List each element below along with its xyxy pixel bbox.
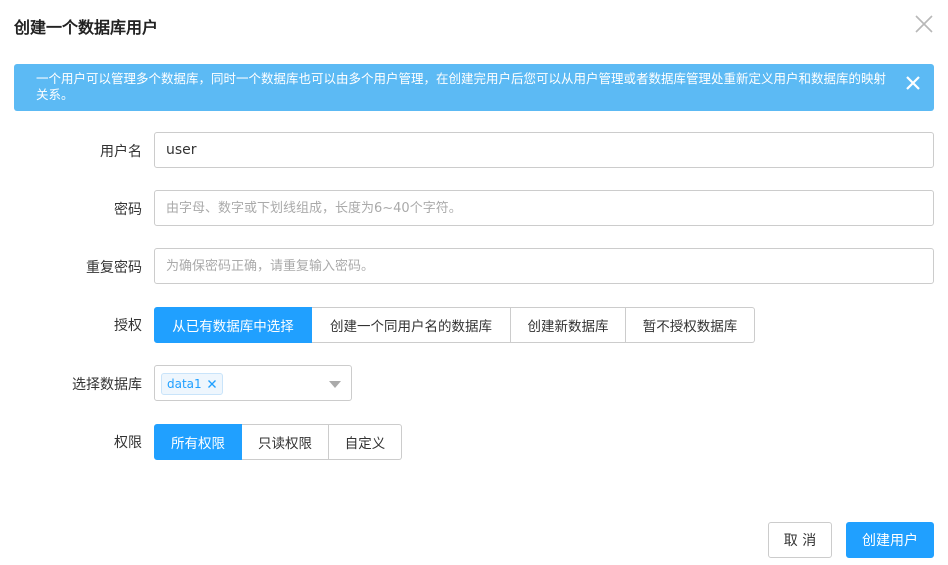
permission-option-custom[interactable]: 自定义 <box>329 424 402 460</box>
grant-option-same-name[interactable]: 创建一个同用户名的数据库 <box>312 307 511 343</box>
confirm-password-input[interactable] <box>154 248 934 284</box>
dialog-title: 创建一个数据库用户 <box>14 18 159 37</box>
tag-remove-button[interactable] <box>207 379 217 389</box>
close-icon <box>207 380 216 388</box>
database-select[interactable]: data1 <box>154 365 352 401</box>
create-user-button[interactable]: 创建用户 <box>846 522 934 558</box>
username-input[interactable] <box>154 132 934 168</box>
dropdown-arrow-icon <box>329 381 341 388</box>
username-label: 用户名 <box>100 144 142 160</box>
grant-options: 从已有数据库中选择 创建一个同用户名的数据库 创建新数据库 暂不授权数据库 <box>154 307 755 343</box>
permission-label: 权限 <box>114 435 142 451</box>
password-label: 密码 <box>114 202 142 218</box>
database-label: 选择数据库 <box>72 377 142 393</box>
permission-option-all[interactable]: 所有权限 <box>154 424 242 460</box>
info-alert: 一个用户可以管理多个数据库，同时一个数据库也可以由多个用户管理，在创建完用户后您… <box>14 64 934 111</box>
database-tag-label: data1 <box>167 377 202 391</box>
permission-options: 所有权限 只读权限 自定义 <box>154 424 402 460</box>
alert-close-button[interactable] <box>904 74 922 92</box>
cancel-button[interactable]: 取 消 <box>768 522 832 558</box>
close-icon <box>906 76 920 90</box>
password-input[interactable] <box>154 190 934 226</box>
close-icon <box>915 15 933 33</box>
database-tag: data1 <box>161 373 223 395</box>
alert-text: 一个用户可以管理多个数据库，同时一个数据库也可以由多个用户管理，在创建完用户后您… <box>36 71 887 102</box>
grant-label: 授权 <box>114 318 142 334</box>
confirm-password-label: 重复密码 <box>86 260 142 276</box>
grant-option-none[interactable]: 暂不授权数据库 <box>626 307 755 343</box>
dialog-close-button[interactable] <box>912 12 936 36</box>
grant-option-existing[interactable]: 从已有数据库中选择 <box>154 307 312 343</box>
permission-option-readonly[interactable]: 只读权限 <box>242 424 329 460</box>
grant-option-new[interactable]: 创建新数据库 <box>511 307 626 343</box>
